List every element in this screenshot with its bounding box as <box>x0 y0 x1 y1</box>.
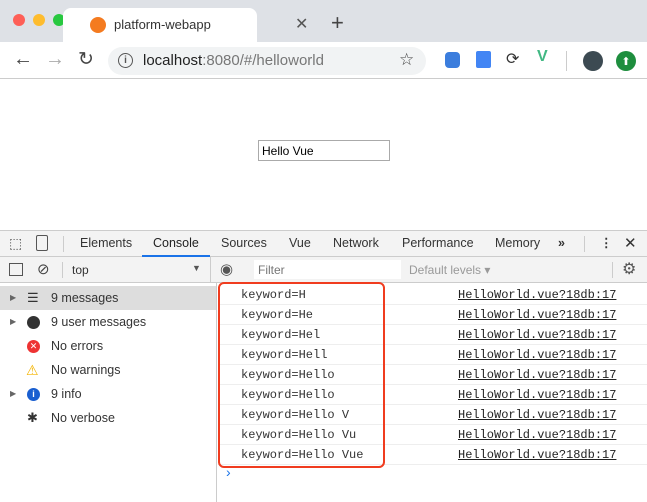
context-value: top <box>72 263 89 277</box>
divider <box>62 262 63 278</box>
expand-arrow-icon[interactable]: ▶ <box>10 310 16 334</box>
close-tab-icon[interactable]: ✕ <box>295 14 308 34</box>
inspect-element-icon[interactable]: ⬚ <box>9 235 22 252</box>
keyword-input[interactable] <box>258 140 390 161</box>
sidebar-item-label: No verbose <box>51 411 115 425</box>
tab-console[interactable]: Console <box>142 231 210 257</box>
sidebar-item-label: 9 user messages <box>51 315 147 329</box>
tab-elements[interactable]: Elements <box>80 231 132 257</box>
highlight-box <box>218 282 385 468</box>
vue-devtools-icon[interactable]: V <box>537 48 548 66</box>
warning-icon: ⚠ <box>26 362 39 378</box>
tab-vue[interactable]: Vue <box>289 231 311 257</box>
tab-memory[interactable]: Memory <box>495 231 540 257</box>
sidebar-item-user-messages[interactable]: ▶ 9 user messages <box>0 310 216 334</box>
console-toolbar: ⊘ top ▼ ◉ Default levels ▾ ⚙ <box>0 257 647 283</box>
clear-console-icon[interactable]: ⊘ <box>37 260 50 278</box>
expand-arrow-icon[interactable]: ▶ <box>10 286 16 310</box>
close-window-button[interactable] <box>13 14 25 26</box>
sidebar-item-label: 9 messages <box>51 291 119 305</box>
log-source-link[interactable]: HelloWorld.vue?18db:17 <box>458 405 616 425</box>
log-source-link[interactable]: HelloWorld.vue?18db:17 <box>458 325 616 345</box>
log-source-link[interactable]: HelloWorld.vue?18db:17 <box>458 365 616 385</box>
devtools-tab-bar: ⬚ Elements Console Sources Vue Network P… <box>0 230 647 257</box>
divider <box>63 236 64 252</box>
minimize-window-button[interactable] <box>33 14 45 26</box>
sidebar-item-label: No warnings <box>51 363 121 377</box>
sidebar-item-errors[interactable]: ✕ No errors <box>0 334 216 358</box>
log-source-link[interactable]: HelloWorld.vue?18db:17 <box>458 285 616 305</box>
kebab-menu-icon[interactable]: ⋮ <box>600 231 613 257</box>
console-sidebar: ▶ ☰ 9 messages ▶ 9 user messages ✕ No er… <box>0 283 217 502</box>
tab-performance[interactable]: Performance <box>402 231 474 257</box>
log-source-link[interactable]: HelloWorld.vue?18db:17 <box>458 345 616 365</box>
close-devtools-icon[interactable]: ✕ <box>624 231 637 257</box>
url-text: localhost:8080/#/helloworld <box>143 52 324 69</box>
info-icon: i <box>27 388 40 401</box>
eye-icon[interactable]: ◉ <box>220 260 233 278</box>
toolbar-divider <box>566 51 567 71</box>
context-select[interactable]: top ▼ <box>64 257 207 282</box>
divider <box>584 236 585 252</box>
tab-network[interactable]: Network <box>333 231 379 257</box>
tab-sources[interactable]: Sources <box>221 231 267 257</box>
dropdown-arrow-icon: ▼ <box>192 263 201 273</box>
sidebar-item-label: No errors <box>51 339 104 353</box>
tab-title: platform-webapp <box>114 17 211 32</box>
log-levels-select[interactable]: Default levels ▾ <box>409 263 490 277</box>
console-prompt[interactable]: › <box>226 464 231 480</box>
device-toolbar-icon[interactable] <box>36 235 48 251</box>
log-source-link[interactable]: HelloWorld.vue?18db:17 <box>458 425 616 445</box>
browser-tab[interactable]: platform-webapp ✕ <box>63 8 308 42</box>
divider <box>612 262 613 278</box>
bug-icon: ✱ <box>27 410 38 425</box>
sidebar-toggle-icon[interactable] <box>9 263 23 276</box>
bookmark-star-icon[interactable]: ☆ <box>399 50 414 70</box>
settings-gear-icon[interactable]: ⚙ <box>622 259 636 279</box>
sidebar-item-label: 9 info <box>51 387 82 401</box>
sync-extension-icon[interactable]: ⟳ <box>506 49 519 69</box>
favicon-icon <box>90 17 106 33</box>
google-translate-icon[interactable] <box>476 51 491 68</box>
log-source-link[interactable]: HelloWorld.vue?18db:17 <box>458 445 616 465</box>
error-icon: ✕ <box>27 340 40 353</box>
browser-toolbar: ← → ↻ i localhost:8080/#/helloworld ☆ ⟳ … <box>0 42 647 79</box>
sidebar-item-info[interactable]: ▶ i 9 info <box>0 382 216 406</box>
sidebar-item-messages[interactable]: ▶ ☰ 9 messages <box>0 286 216 310</box>
new-tab-button[interactable]: + <box>331 10 344 36</box>
sidebar-item-verbose[interactable]: ✱ No verbose <box>0 406 216 430</box>
update-icon[interactable]: ⬆ <box>616 51 636 71</box>
filter-input[interactable] <box>254 260 401 279</box>
more-tabs-icon[interactable]: » <box>558 231 565 257</box>
back-icon[interactable]: ← <box>13 48 33 71</box>
expand-arrow-icon[interactable]: ▶ <box>10 382 16 406</box>
forward-icon[interactable]: → <box>45 48 65 71</box>
list-icon: ☰ <box>27 290 39 305</box>
log-source-link[interactable]: HelloWorld.vue?18db:17 <box>458 305 616 325</box>
reload-icon[interactable]: ↻ <box>78 48 94 71</box>
address-bar[interactable]: i localhost:8080/#/helloworld ☆ <box>108 47 426 75</box>
avatar[interactable] <box>583 51 603 71</box>
tab-strip: platform-webapp ✕ + <box>0 0 647 42</box>
info-icon[interactable]: i <box>118 53 133 68</box>
extension-block-icon[interactable] <box>445 52 460 68</box>
sidebar-item-warnings[interactable]: ⚠ No warnings <box>0 358 216 382</box>
divider <box>210 257 211 282</box>
user-icon <box>27 316 40 329</box>
log-source-link[interactable]: HelloWorld.vue?18db:17 <box>458 385 616 405</box>
